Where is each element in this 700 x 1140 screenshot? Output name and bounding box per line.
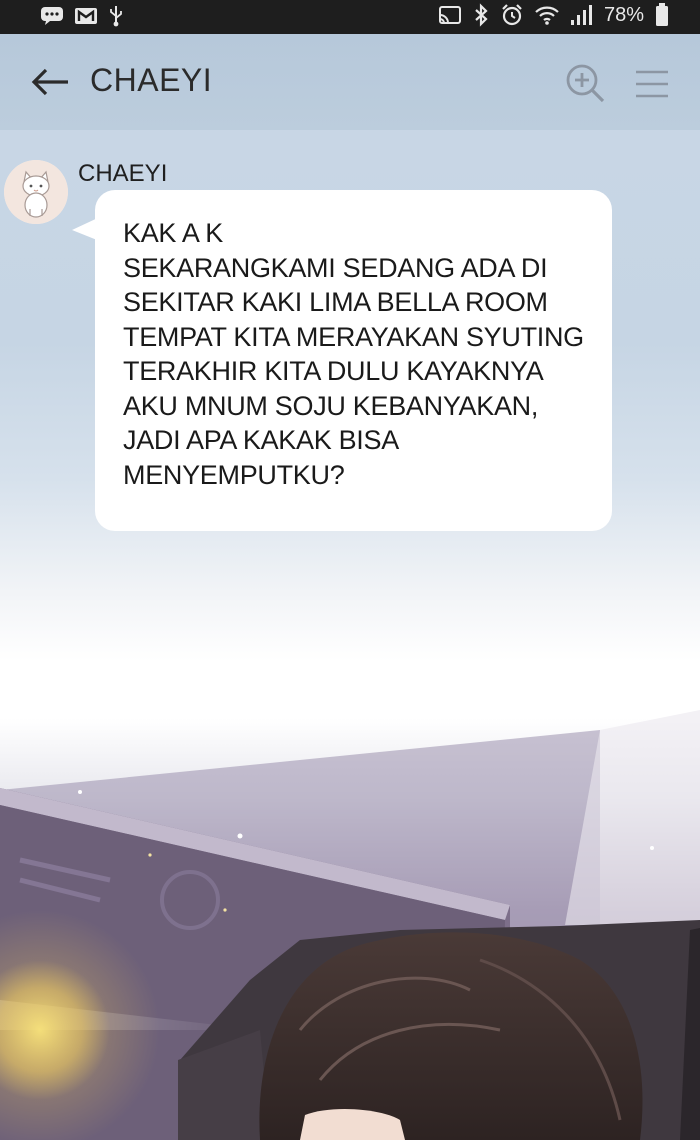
- message-line: TERAKHIR KITA DULU KAYAKNYA: [123, 356, 544, 386]
- alarm-icon: [500, 3, 524, 27]
- message-line: TEMPAT KITA MERAYAKAN SYUTING: [123, 321, 584, 352]
- battery-icon: [654, 3, 670, 27]
- status-left-icons: [40, 4, 124, 28]
- menu-icon: [636, 70, 668, 98]
- message-line: AKU MNUM SOJU KEBANYAKAN,: [123, 390, 539, 421]
- bluetooth-icon: [472, 3, 490, 27]
- menu-button[interactable]: [632, 66, 672, 102]
- chat-title: CHAEYI: [90, 62, 213, 98]
- comic-illustration: [0, 710, 700, 1140]
- message-line: SEKITAR KAKI LIMA BELLA ROOM: [123, 287, 548, 317]
- message-line: MENYEMPUTKU?: [123, 459, 345, 490]
- message-line: JADI APA KAKAK BISA: [123, 425, 399, 455]
- chat-icon: [40, 4, 64, 28]
- status-right-icons: 78%: [438, 3, 670, 27]
- usb-icon: [108, 4, 124, 28]
- zoom-button[interactable]: [564, 62, 606, 104]
- zoom-in-icon: [566, 64, 605, 103]
- avatar[interactable]: [4, 160, 68, 224]
- message-line: KAK A K: [123, 218, 223, 248]
- status-bar: 78%: [0, 0, 700, 34]
- gmail-icon: [74, 4, 98, 28]
- back-button[interactable]: [28, 64, 72, 100]
- chat-header: CHAEYI: [0, 34, 700, 130]
- cat-avatar-icon: [4, 160, 68, 224]
- sender-name: CHAEYI: [78, 160, 168, 187]
- battery-percent: 78%: [603, 3, 644, 26]
- message-line: SEKARANGKAMI SEDANG ADA DI: [123, 252, 548, 283]
- message-text: KAK A K SEKARANGKAMI SEDANG ADA DI SEKIT…: [123, 216, 594, 492]
- cast-icon: [438, 3, 462, 27]
- message-bubble[interactable]: KAK A K SEKARANGKAMI SEDANG ADA DI SEKIT…: [95, 190, 612, 531]
- wifi-icon: [534, 3, 560, 27]
- back-arrow-icon: [31, 68, 68, 96]
- signal-icon: [570, 3, 594, 27]
